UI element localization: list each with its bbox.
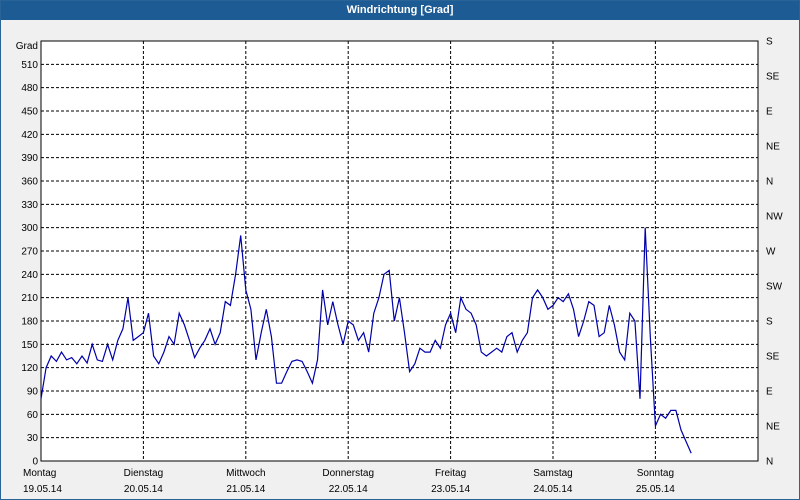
y2-tick-label: NE	[766, 142, 780, 153]
y2-tick-label: E	[766, 387, 773, 398]
x-tick-date: 22.05.14	[329, 484, 368, 495]
x-tick-date: 24.05.14	[534, 484, 573, 495]
y2-tick-label: NW	[766, 212, 783, 223]
y-tick-label: 420	[21, 130, 38, 141]
y-tick-label: 0	[32, 457, 38, 468]
y2-tick-label: N	[766, 457, 773, 468]
y-tick-label: 390	[21, 153, 38, 164]
y2-tick-label: S	[766, 317, 773, 328]
x-tick-day: Mittwoch	[226, 468, 265, 479]
y-tick-label: 270	[21, 247, 38, 258]
x-tick-day: Donnerstag	[322, 468, 374, 479]
y-tick-label: 90	[27, 387, 39, 398]
y-tick-label: 360	[21, 177, 38, 188]
x-tick-date: 23.05.14	[431, 484, 470, 495]
x-tick-date: 20.05.14	[124, 484, 163, 495]
y-tick-label: 330	[21, 200, 38, 211]
y2-tick-label: S	[766, 37, 773, 48]
y2-tick-label: SW	[766, 282, 783, 293]
x-tick-day: Samstag	[533, 468, 572, 479]
y2-tick-label: E	[766, 107, 773, 118]
x-tick-day: Dienstag	[124, 468, 163, 479]
y-tick-label: 210	[21, 293, 38, 304]
x-tick-date: 21.05.14	[226, 484, 265, 495]
y-tick-label: 450	[21, 107, 38, 118]
y-tick-label: 30	[27, 433, 39, 444]
y-tick-label: 180	[21, 317, 38, 328]
y-tick-label: 60	[27, 410, 39, 421]
y2-tick-label: N	[766, 177, 773, 188]
y2-tick-label: NE	[766, 422, 780, 433]
x-tick-day: Montag	[23, 468, 56, 479]
y-tick-label: 120	[21, 363, 38, 374]
chart-window: Windrichtung [Grad] 0 30 60 90 120 150 180 210 2…	[0, 0, 800, 500]
x-tick-date: 19.05.14	[23, 484, 62, 495]
y2-tick-label: W	[766, 247, 776, 258]
line-chart: 0 30 60 90 120 150 180 210 240 270 300 330 360 390 420…	[16, 37, 783, 496]
y-tick-label: 150	[21, 340, 38, 351]
x-tick-date: 25.05.14	[636, 484, 675, 495]
y2-tick-label: SE	[766, 72, 780, 83]
x-tick-day: Freitag	[435, 468, 466, 479]
y-axis-label: Grad	[16, 41, 38, 52]
y2-tick-label: SE	[766, 352, 780, 363]
y-tick-label: 510	[21, 60, 38, 71]
y-tick-label: 480	[21, 83, 38, 94]
y-tick-label: 240	[21, 270, 38, 281]
x-tick-day: Sonntag	[637, 468, 674, 479]
y-tick-label: 300	[21, 223, 38, 234]
